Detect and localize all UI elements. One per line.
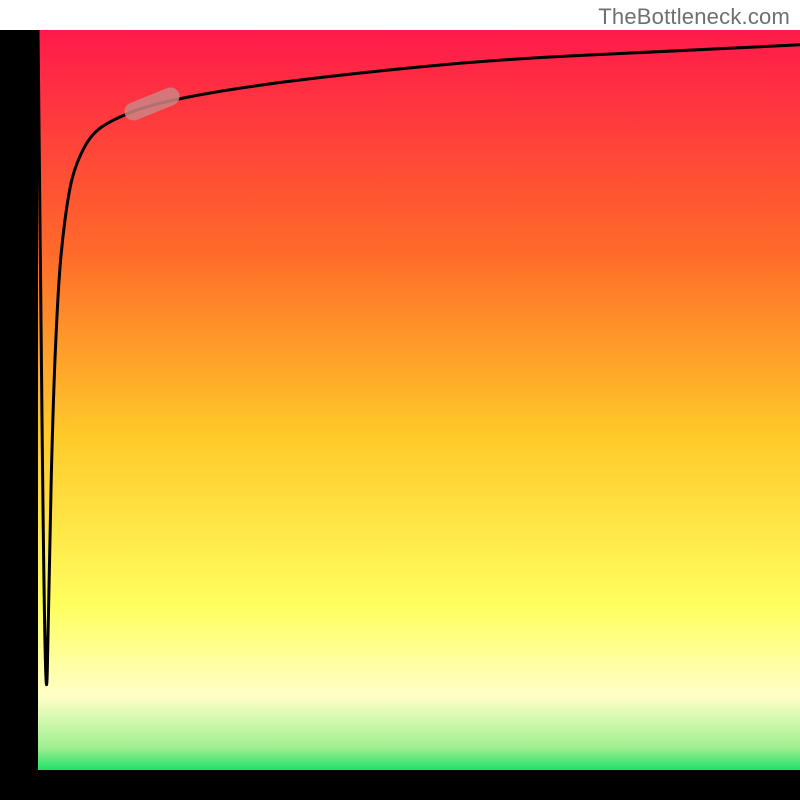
bottleneck-chart: TheBottleneck.com [0,0,800,800]
y-axis-bar [0,30,38,770]
x-axis-bar [0,770,800,800]
attribution-text: TheBottleneck.com [598,4,790,30]
gradient-rect [38,30,800,770]
plot-svg [38,30,800,770]
plot-area [38,30,800,770]
